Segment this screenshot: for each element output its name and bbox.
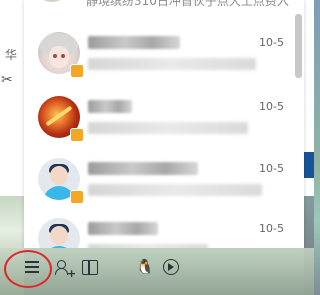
- background-text: 华: [4, 48, 17, 62]
- add-friend-icon: +: [55, 259, 76, 280]
- message-time: 10-5: [259, 162, 284, 175]
- message-preview-blurred: [88, 184, 262, 196]
- contact-name-blurred: [88, 162, 198, 175]
- scrollbar-thumb[interactable]: [295, 14, 302, 78]
- contact-name-blurred: [88, 222, 158, 235]
- contact-name-blurred: [88, 36, 180, 49]
- message-time: 10-5: [259, 100, 284, 113]
- message-preview-blurred: [88, 58, 256, 70]
- partial-conversation-item[interactable]: 静境缤纷310日冲首伙子点大土点费入: [24, 0, 304, 8]
- play-button[interactable]: [160, 256, 182, 278]
- app-manager-button[interactable]: [80, 256, 100, 278]
- message-time: 10-5: [259, 36, 284, 49]
- conversation-item[interactable]: 10-5: [24, 20, 296, 80]
- default-person-avatar: [38, 218, 80, 248]
- message-preview: 静境缤纷310日冲首伙子点大土点费入: [86, 0, 289, 8]
- vip-badge-icon: [70, 64, 84, 78]
- vip-badge-icon: [70, 128, 84, 142]
- penguin-button[interactable]: 🐧: [135, 256, 155, 278]
- scissors-icon: ✂: [1, 72, 13, 88]
- apps-icon: [82, 259, 98, 275]
- conversation-item[interactable]: 10-5: [24, 146, 296, 206]
- play-icon: [163, 259, 179, 275]
- chat-list-panel: 静境缤纷310日冲首伙子点大土点费入 10-5 10-5 10-5 10-5: [24, 0, 304, 248]
- vip-badge-icon: [70, 190, 84, 204]
- add-friend-button[interactable]: +: [53, 256, 76, 280]
- message-preview-blurred: [88, 122, 248, 134]
- penguin-icon: 🐧: [135, 258, 155, 276]
- contact-name-blurred: [88, 100, 132, 113]
- avatar: [34, 0, 70, 2]
- background-window-left: 华 ✂: [0, 0, 24, 196]
- conversation-item[interactable]: 10-5: [24, 206, 296, 248]
- conversation-item[interactable]: 10-5: [24, 84, 296, 144]
- message-time: 10-5: [259, 222, 284, 235]
- highlight-annotation-circle: [4, 250, 52, 288]
